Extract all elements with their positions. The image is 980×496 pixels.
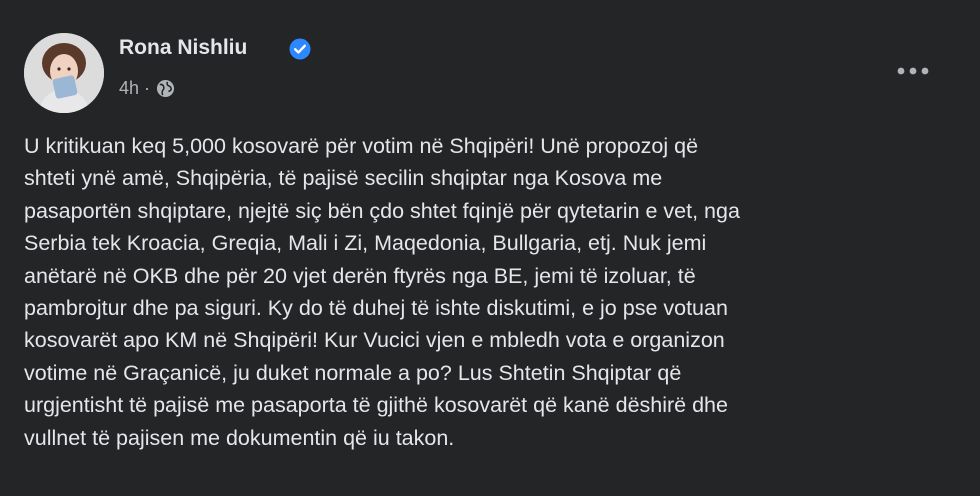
post-text-line: urgjentisht të pajisë me pasaporta të gj… [24,393,728,418]
post-text-line: shteti ynë amë, Shqipëria, të pajisë sec… [24,166,663,191]
post-text-line: U kritikuan keq 5,000 kosovarë për votim… [24,134,699,158]
profile-photo [24,33,104,113]
post-text-line: Serbia tek Kroacia, Greqia, Mali i Zi, M… [24,231,707,256]
globe-icon[interactable] [156,79,175,98]
post-text-line: pambrojtur dhe pa siguri. Ky do të duhej… [24,296,728,321]
post-timestamp[interactable]: 4h [119,78,139,99]
post-meta: 4h · [119,76,175,100]
avatar[interactable] [24,33,104,113]
verified-badge-icon [289,38,311,60]
facebook-post: Rona Nishliu 4h · U kritikuan keq 5,000 … [0,0,980,496]
post-text-line: vullnet të pajisen me dokumentin që iu t… [24,425,455,450]
post-text-line: votime në Graçanicë, ju duket normale a … [24,360,682,385]
author-name[interactable]: Rona Nishliu [119,36,247,60]
post-text: U kritikuan keq 5,000 kosovarë për votim… [24,130,969,454]
more-options-button[interactable] [893,57,933,85]
more-options-icon [897,67,929,75]
post-text-line: anëtarë në OKB dhe për 20 vjet derën fty… [24,263,696,288]
post-text-line: pasaportën shqiptare, njejtë siç bën çdo… [24,198,740,223]
post-text-line: kosovarët apo KM në Shqipëri! Kur Vucici… [24,328,725,353]
meta-separator: · [144,77,151,98]
